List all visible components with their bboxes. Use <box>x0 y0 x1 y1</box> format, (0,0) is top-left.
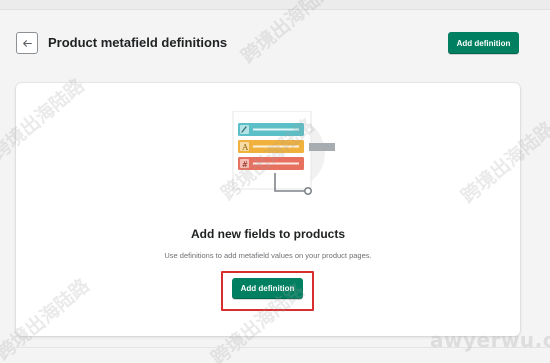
empty-state-heading: Add new fields to products <box>190 227 345 241</box>
empty-state-description: Use definitions to add metafield values … <box>164 251 372 260</box>
divider <box>0 347 550 348</box>
illustration-connector-node <box>304 187 313 196</box>
page-title: Product metafield definitions <box>48 35 228 50</box>
text-icon: A <box>241 143 248 152</box>
illustration-shelf <box>309 143 335 151</box>
empty-state-add-definition-button[interactable]: Add definition <box>232 278 303 299</box>
top-bar <box>0 0 550 10</box>
back-button[interactable] <box>16 32 38 54</box>
hash-icon: # <box>242 160 248 169</box>
add-definition-button[interactable]: Add definition <box>448 32 519 54</box>
page-header: Product metafield definitions Add defini… <box>0 10 550 76</box>
empty-state-card: A # Add new fields to products Use defin… <box>16 83 520 336</box>
metafield-illustration: A # <box>232 111 335 196</box>
arrow-left-icon <box>22 39 32 47</box>
